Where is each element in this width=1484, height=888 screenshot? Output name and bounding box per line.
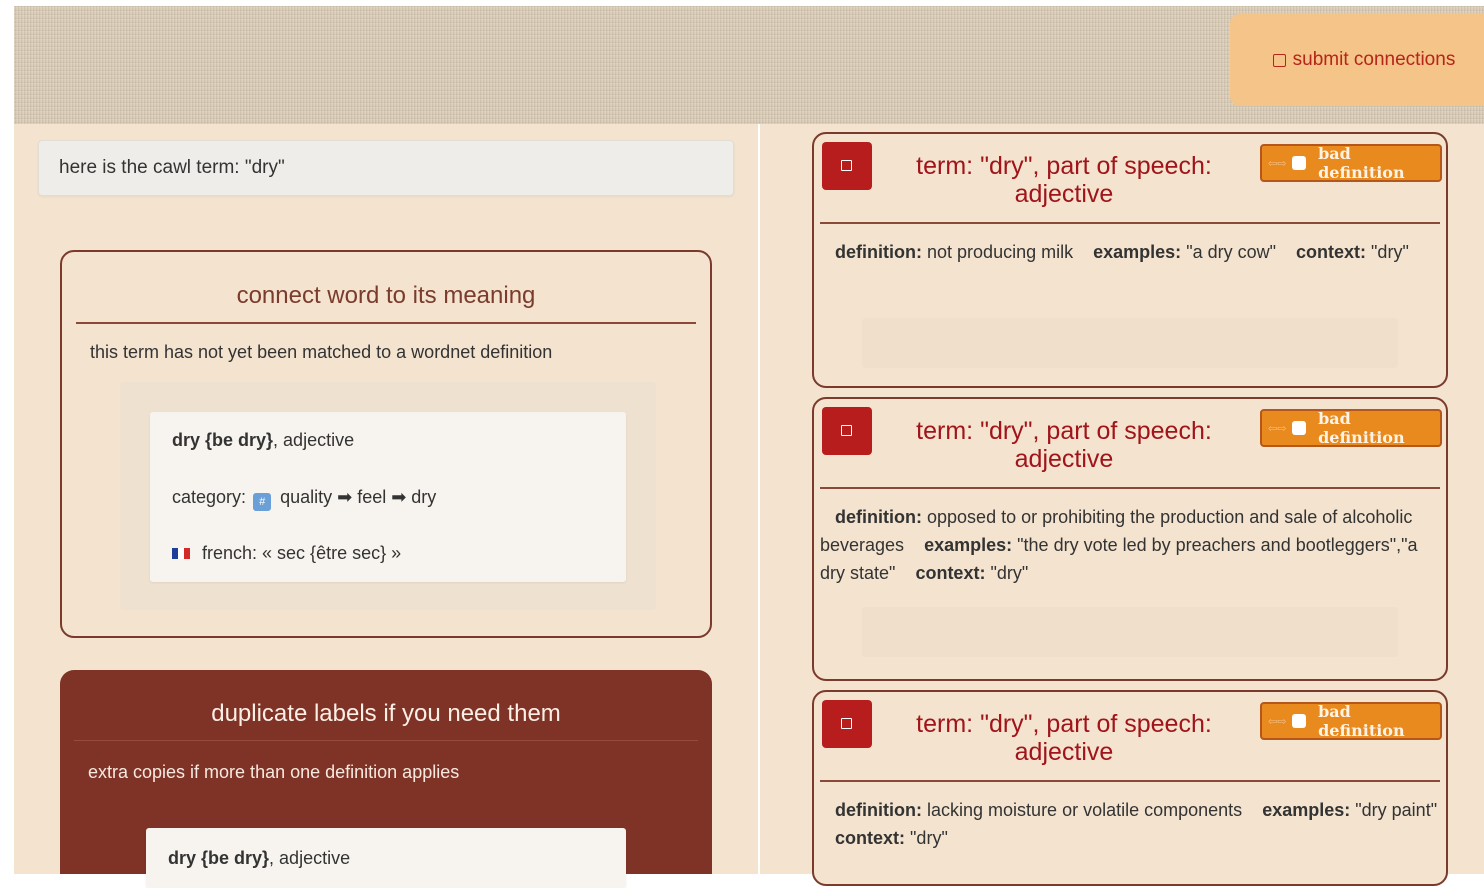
- context-label: context:: [835, 828, 906, 848]
- definition-card[interactable]: term: "dry", part of speech: adjective ⇦…: [812, 132, 1448, 388]
- term-well: here is the cawl term: "dry": [38, 140, 734, 196]
- category-icon: #: [253, 493, 272, 511]
- select-definition-button[interactable]: [822, 142, 872, 190]
- definition-label: definition:: [835, 242, 922, 262]
- definition-body: definition: opposed to or prohibiting th…: [820, 503, 1440, 587]
- definition-text: lacking moisture or volatile components: [927, 800, 1243, 820]
- examples-label: examples:: [924, 535, 1013, 555]
- checkbox-icon: [1292, 156, 1307, 170]
- examples-text: "the dry vote led by preachers and bootl…: [820, 535, 1418, 583]
- definition-label: definition:: [835, 800, 922, 820]
- connect-panel: connect word to its meaning this term ha…: [60, 250, 712, 638]
- definition-heading: term: "dry", part of speech: adjective: [894, 417, 1234, 473]
- french-translation: french: « sec {être sec} »: [202, 543, 402, 563]
- checkbox-icon: [841, 425, 852, 436]
- dup-label-word: dry {be dry}: [168, 848, 270, 868]
- context-label: context:: [1296, 242, 1367, 262]
- drop-zone[interactable]: dry {be dry}, adjective category: # qual…: [120, 382, 656, 610]
- connect-title: connect word to its meaning: [236, 282, 536, 309]
- divider: [820, 487, 1440, 489]
- checkbox-icon: [1272, 53, 1286, 67]
- heading-line: term: "dry", part of speech:: [916, 152, 1212, 180]
- drop-zone[interactable]: [862, 318, 1398, 368]
- bad-definition-label: bad definition: [1318, 409, 1405, 447]
- category-path: quality ➡ feel ➡ dry: [280, 487, 437, 507]
- term-text: here is the cawl term: "dry": [59, 157, 285, 178]
- divider: [76, 322, 696, 324]
- french-flag-icon: [172, 548, 190, 559]
- toggle-icon: ⇦⇨: [1268, 421, 1287, 435]
- duplicate-label-card[interactable]: dry {be dry}, adjective: [146, 828, 626, 888]
- checkbox-icon: [841, 718, 852, 729]
- bad-definition-toggle[interactable]: ⇦⇨ bad definition: [1260, 409, 1442, 447]
- context-text: "dry": [910, 828, 948, 848]
- definition-text: not producing milk: [927, 242, 1074, 262]
- bad-definition-toggle[interactable]: ⇦⇨ bad definition: [1260, 702, 1442, 740]
- bad-definition-label: bad definition: [1318, 702, 1405, 740]
- duplicate-title: duplicate labels if you need them: [211, 700, 561, 727]
- label-word: dry {be dry}: [172, 430, 274, 450]
- heading-line: term: "dry", part of speech:: [916, 710, 1212, 738]
- drop-zone[interactable]: [862, 607, 1398, 657]
- definition-body: definition: not producing milk examples:…: [820, 238, 1440, 266]
- examples-label: examples:: [1262, 800, 1351, 820]
- label-pos: , adjective: [273, 430, 355, 450]
- definition-body: definition: lacking moisture or volatile…: [820, 796, 1440, 852]
- definition-heading: term: "dry", part of speech: adjective: [894, 710, 1234, 766]
- category-label: category:: [172, 487, 247, 507]
- divider: [74, 740, 698, 741]
- heading-line: term: "dry", part of speech:: [916, 417, 1212, 445]
- definition-card[interactable]: term: "dry", part of speech: adjective ⇦…: [812, 690, 1448, 886]
- bad-definition-toggle[interactable]: ⇦⇨ bad definition: [1260, 144, 1442, 182]
- label-card[interactable]: dry {be dry}, adjective category: # qual…: [150, 412, 626, 582]
- dup-label-pos: , adjective: [269, 848, 351, 868]
- duplicate-note: extra copies if more than one definition…: [88, 762, 460, 782]
- examples-text: "dry paint": [1355, 800, 1438, 820]
- submit-label: submit connections: [1292, 49, 1456, 70]
- examples-text: "a dry cow": [1186, 242, 1276, 262]
- bad-definition-label: bad definition: [1318, 144, 1405, 182]
- context-text: "dry": [990, 563, 1029, 583]
- submit-connections-button[interactable]: submit connections: [1230, 14, 1484, 106]
- definition-heading: term: "dry", part of speech: adjective: [894, 152, 1234, 208]
- examples-label: examples:: [1093, 242, 1182, 262]
- checkbox-icon: [841, 160, 852, 171]
- context-label: context:: [915, 563, 986, 583]
- divider: [820, 222, 1440, 224]
- select-definition-button[interactable]: [822, 700, 872, 748]
- heading-pos: adjective: [1014, 445, 1114, 473]
- heading-pos: adjective: [1014, 738, 1114, 766]
- connect-note: this term has not yet been matched to a …: [90, 342, 553, 362]
- checkbox-icon: [1292, 714, 1307, 728]
- checkbox-icon: [1292, 421, 1307, 435]
- toggle-icon: ⇦⇨: [1268, 714, 1287, 728]
- divider: [820, 780, 1440, 782]
- select-definition-button[interactable]: [822, 407, 872, 455]
- toggle-icon: ⇦⇨: [1268, 156, 1287, 170]
- definition-card[interactable]: term: "dry", part of speech: adjective ⇦…: [812, 397, 1448, 681]
- duplicate-panel: duplicate labels if you need them extra …: [60, 670, 712, 888]
- context-text: "dry": [1371, 242, 1409, 262]
- definition-label: definition:: [835, 507, 922, 527]
- heading-pos: adjective: [1014, 180, 1114, 208]
